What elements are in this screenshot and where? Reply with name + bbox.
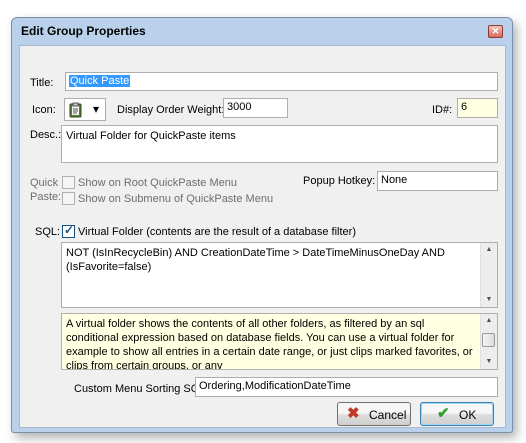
close-button[interactable]: ✕	[488, 25, 503, 38]
help-text: A virtual folder shows the contents of a…	[66, 318, 473, 370]
window-title: Edit Group Properties	[21, 24, 146, 38]
scroll-thumb[interactable]	[482, 333, 495, 347]
title-input[interactable]: Quick Paste	[65, 72, 498, 91]
icon-picker[interactable]: ▾	[64, 98, 106, 121]
check-icon: ✔	[437, 405, 450, 422]
scroll-down-icon[interactable]: ▼	[481, 293, 497, 307]
sql-query-text: NOT (IsInRecycleBin) AND CreationDateTim…	[66, 247, 445, 273]
ok-label: OK	[459, 408, 477, 422]
show-submenu-label: Show on Submenu of QuickPaste Menu	[78, 193, 274, 205]
display-order-label: Display Order Weight:	[117, 104, 225, 116]
show-submenu-checkbox[interactable]	[62, 192, 75, 205]
custom-sort-label: Custom Menu Sorting SQL:	[74, 383, 209, 395]
close-icon: ✕	[491, 26, 500, 36]
help-scrollbar[interactable]: ▲ ▼	[480, 314, 497, 369]
desc-label: Desc.:	[30, 129, 62, 141]
help-text-box: A virtual folder shows the contents of a…	[61, 313, 498, 370]
quick-paste-label-2: Paste:	[30, 191, 62, 203]
cancel-icon: ✖	[347, 405, 360, 422]
show-root-label: Show on Root QuickPaste Menu	[78, 177, 237, 189]
sql-label: SQL:	[35, 226, 61, 238]
cancel-button[interactable]: ✖ Cancel	[337, 402, 411, 426]
sql-query-input[interactable]: NOT (IsInRecycleBin) AND CreationDateTim…	[61, 242, 498, 308]
display-order-input[interactable]: 3000	[223, 98, 288, 118]
scroll-up-icon[interactable]: ▲	[481, 243, 497, 257]
custom-sort-input[interactable]: Ordering,ModificationDateTime	[195, 377, 498, 397]
dialog-body: Title: Quick Paste Icon: ▾ Display Order…	[19, 45, 506, 428]
popup-hotkey-label: Popup Hotkey:	[303, 175, 376, 187]
scroll-down-icon[interactable]: ▼	[481, 355, 497, 369]
ok-button[interactable]: ✔ OK	[420, 402, 494, 426]
title-label: Title:	[30, 77, 54, 89]
virtual-folder-checkbox[interactable]	[62, 223, 75, 238]
dialog-window: Edit Group Properties ✕ Title: Quick Pas…	[11, 17, 513, 433]
title-value: Quick Paste	[69, 75, 131, 87]
id-field: 6	[457, 98, 498, 118]
clipboard-icon	[69, 102, 82, 118]
chevron-down-icon: ▾	[93, 102, 100, 116]
id-label: ID#:	[432, 104, 453, 116]
virtual-folder-label: Virtual Folder (contents are the result …	[78, 226, 356, 238]
show-root-checkbox[interactable]	[62, 176, 75, 189]
cancel-label: Cancel	[369, 408, 407, 422]
popup-hotkey-input[interactable]: None	[377, 171, 498, 191]
icon-label: Icon:	[32, 104, 56, 116]
desc-input[interactable]: Virtual Folder for QuickPaste items	[61, 125, 498, 163]
title-bar[interactable]: Edit Group Properties ✕	[12, 18, 512, 42]
scroll-up-icon[interactable]: ▲	[481, 314, 497, 328]
quick-paste-label: Quick	[30, 177, 59, 189]
sql-scrollbar[interactable]: ▲ ▼	[480, 243, 497, 307]
